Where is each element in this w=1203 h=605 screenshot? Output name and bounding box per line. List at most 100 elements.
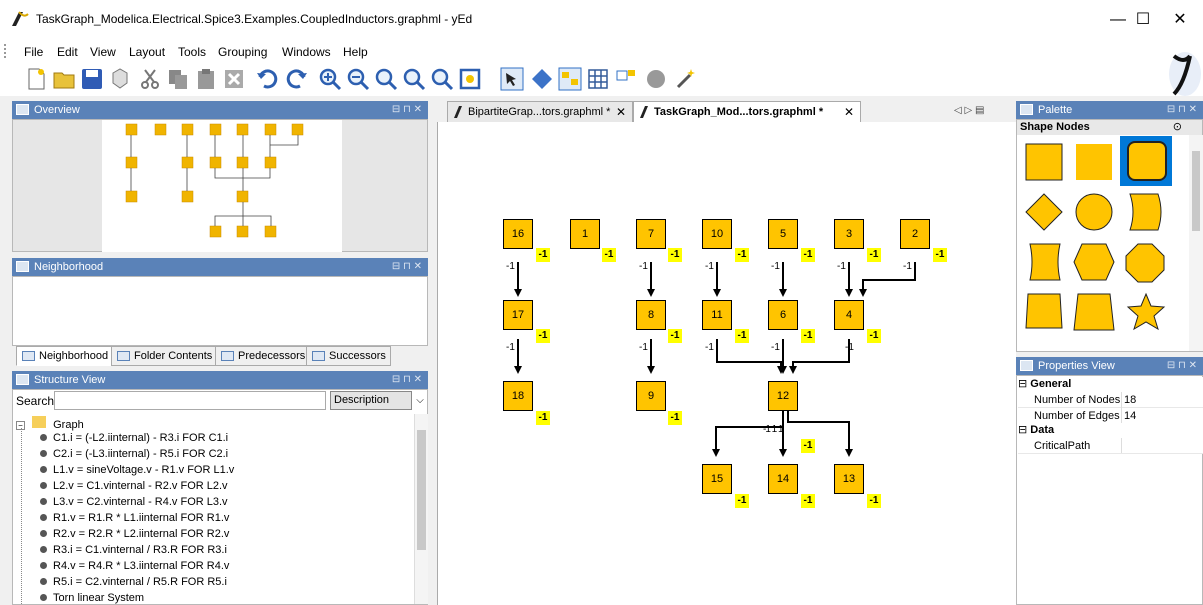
panel-controls-icon[interactable]: ⊟ ⊓ ✕ (1167, 357, 1197, 375)
scrollbar-thumb[interactable] (417, 430, 426, 550)
undo-icon[interactable] (256, 67, 280, 91)
close-icon[interactable]: ✕ (844, 102, 854, 122)
zoom-selection-icon[interactable] (430, 67, 454, 91)
graph-node[interactable]: 6 (768, 300, 798, 330)
graph-node[interactable]: 1 (570, 219, 600, 249)
tab-folder-contents[interactable]: Folder Contents (111, 346, 218, 366)
shape-palette[interactable] (1018, 136, 1188, 351)
graph-node[interactable]: 10 (702, 219, 732, 249)
new-document-icon[interactable] (24, 67, 48, 91)
graph-node[interactable]: 3 (834, 219, 864, 249)
zoom-fit-icon[interactable] (402, 67, 426, 91)
list-item[interactable]: C1.i = (-L2.iinternal) - R3.i FOR C1.i (40, 432, 228, 444)
list-item[interactable]: L3.v = C2.vinternal - R4.v FOR L3.v (40, 496, 228, 508)
graph-node[interactable]: 7 (636, 219, 666, 249)
zoom-actual-icon[interactable] (374, 67, 398, 91)
palette-section[interactable]: Shape Nodes ⊙ (1017, 120, 1202, 135)
graph-node[interactable]: 14 (768, 464, 798, 494)
edit-mode-icon[interactable] (500, 67, 524, 91)
snap-lines-icon[interactable] (558, 67, 582, 91)
graph-node[interactable]: 12 (768, 381, 798, 411)
menu-windows[interactable]: Windows (282, 45, 331, 59)
tab-navigation[interactable]: ◁ ▷ ▤ (954, 105, 984, 116)
property-row[interactable]: CriticalPath (1018, 438, 1203, 454)
export-icon[interactable] (108, 67, 132, 91)
tab-task-graph[interactable]: TaskGraph_Mod...tors.graphml * ✕ (633, 101, 861, 123)
menu-edit[interactable]: Edit (57, 45, 78, 59)
port-icon[interactable] (614, 67, 638, 91)
overview-thumbnail[interactable] (102, 120, 342, 252)
graph-canvas[interactable]: 16 1 7 10 5 3 2 17 8 11 6 4 18 9 12 15 1… (437, 122, 1016, 605)
tree-root[interactable]: − Graph (16, 416, 84, 431)
graph-node[interactable]: 8 (636, 300, 666, 330)
menu-grouping[interactable]: Grouping (218, 45, 267, 59)
structure-scrollbar[interactable] (414, 414, 428, 604)
overview-body[interactable] (12, 119, 428, 252)
list-item[interactable]: R1.v = R1.R * L1.iinternal FOR R1.v (40, 512, 229, 524)
list-item[interactable]: R5.i = C2.vinternal / R5.R FOR R5.i (40, 576, 227, 588)
panel-controls-icon[interactable]: ⊟ ⊓ ✕ (392, 101, 422, 119)
description-select[interactable]: Description (330, 391, 412, 410)
graph-node[interactable]: 4 (834, 300, 864, 330)
tab-successors[interactable]: Successors (306, 346, 391, 366)
property-value[interactable] (1121, 438, 1124, 453)
list-item[interactable]: R4.v = R4.R * L3.iinternal FOR R4.v (40, 560, 229, 572)
delete-icon[interactable] (222, 67, 246, 91)
graph-node[interactable]: 5 (768, 219, 798, 249)
list-item[interactable]: L1.v = sineVoltage.v - R1.v FOR L1.v (40, 464, 234, 476)
list-item[interactable]: Torn linear System (40, 592, 144, 604)
fit-content-icon[interactable] (458, 67, 482, 91)
list-item[interactable]: C2.i = (-L3.iinternal) - R5.i FOR C2.i (40, 448, 228, 460)
structure-icon (16, 374, 29, 385)
menu-view[interactable]: View (90, 45, 116, 59)
graph-node[interactable]: 17 (503, 300, 533, 330)
collapse-section-icon[interactable]: ⊙ (1173, 120, 1182, 135)
chevron-down-icon[interactable]: ⌵ (412, 391, 428, 410)
graph-node[interactable]: 11 (702, 300, 732, 330)
property-row[interactable]: Number of Edges 14 (1018, 408, 1203, 424)
tab-bipartite-graph[interactable]: BipartiteGrap...tors.graphml * ✕ (447, 101, 633, 123)
panel-controls-icon[interactable]: ⊟ ⊓ ✕ (392, 258, 422, 276)
graph-node[interactable]: 16 (503, 219, 533, 249)
properties-group-data[interactable]: ⊟ Data (1018, 423, 1203, 438)
search-input[interactable] (54, 391, 326, 410)
tab-predecessors[interactable]: Predecessors (215, 346, 311, 366)
collapse-icon[interactable]: ⊟ (1018, 424, 1030, 436)
menu-file[interactable]: File (24, 45, 43, 59)
panel-controls-icon[interactable]: ⊟ ⊓ ✕ (1167, 101, 1197, 119)
save-icon[interactable] (80, 67, 104, 91)
plugin-icon[interactable] (644, 67, 668, 91)
zoom-out-icon[interactable] (346, 67, 370, 91)
tab-neighborhood[interactable]: Neighborhood (16, 346, 114, 366)
list-item[interactable]: R3.i = C1.vinternal / R3.R FOR R3.i (40, 544, 227, 556)
structure-tree[interactable]: − Graph C1.i = (-L2.iinternal) - R3.i FO… (14, 414, 413, 604)
paste-icon[interactable] (194, 67, 218, 91)
collapse-icon[interactable]: ⊟ (1018, 378, 1030, 390)
menu-layout[interactable]: Layout (129, 45, 165, 59)
magic-wand-icon[interactable] (674, 67, 698, 91)
graph-node[interactable]: 18 (503, 381, 533, 411)
menu-tools[interactable]: Tools (178, 45, 206, 59)
graph-node[interactable]: 15 (702, 464, 732, 494)
close-icon[interactable]: ✕ (616, 102, 626, 122)
grid-icon[interactable] (586, 67, 610, 91)
panel-controls-icon[interactable]: ⊟ ⊓ ✕ (392, 371, 422, 389)
navigate-icon[interactable] (530, 67, 554, 91)
neighborhood-body[interactable] (12, 276, 428, 346)
close-window-button[interactable]: ✕ (1157, 6, 1203, 34)
properties-group-general[interactable]: ⊟ General (1018, 377, 1203, 392)
redo-icon[interactable] (284, 67, 308, 91)
list-item[interactable]: R2.v = R2.R * L2.iinternal FOR R2.v (40, 528, 229, 540)
graph-node[interactable]: 2 (900, 219, 930, 249)
list-item[interactable]: L2.v = C1.vinternal - R2.v FOR L2.v (40, 480, 228, 492)
scrollbar-thumb[interactable] (1192, 151, 1200, 231)
copy-icon[interactable] (166, 67, 190, 91)
property-row[interactable]: Number of Nodes 18 (1018, 392, 1203, 408)
open-folder-icon[interactable] (52, 67, 76, 91)
graph-node[interactable]: 9 (636, 381, 666, 411)
menu-help[interactable]: Help (343, 45, 368, 59)
zoom-in-icon[interactable] (318, 67, 342, 91)
graph-node[interactable]: 13 (834, 464, 864, 494)
palette-scrollbar[interactable] (1189, 135, 1203, 351)
cut-icon[interactable] (138, 67, 162, 91)
